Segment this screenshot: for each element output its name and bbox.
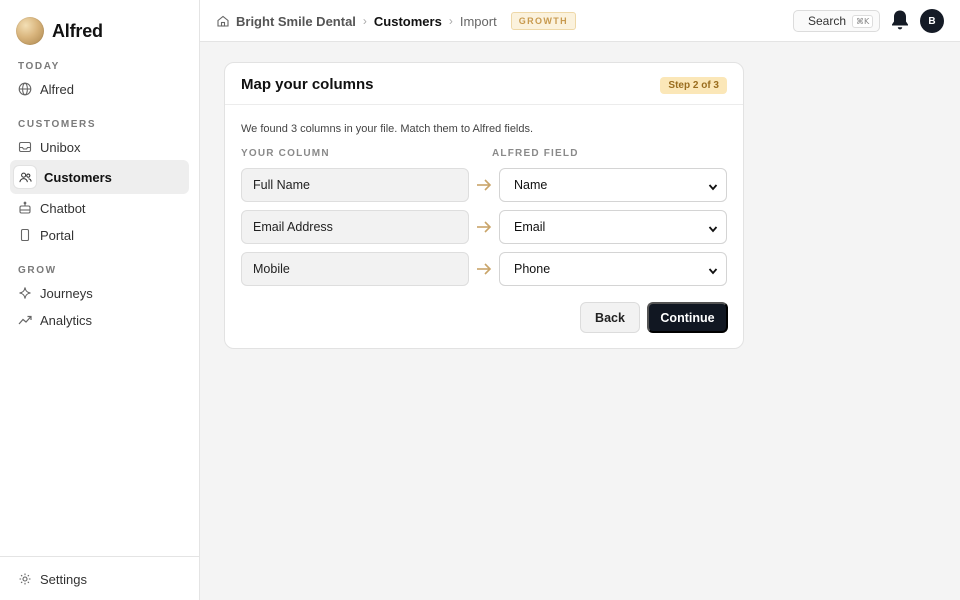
alfred-logo — [16, 17, 44, 45]
chevron-down-icon — [708, 223, 718, 233]
sidebar: Alfred TODAY Alfred CUSTOMERS Unibox Cus… — [0, 0, 200, 600]
arrow-right-icon — [476, 262, 492, 276]
breadcrumb-separator: › — [362, 14, 367, 28]
chevron-down-icon — [708, 181, 718, 191]
source-column-field: Mobile — [241, 252, 469, 286]
breadcrumb-separator: › — [448, 14, 453, 28]
sidebar-item-label: Unibox — [40, 139, 81, 155]
sidebar-item-portal[interactable]: Portal — [10, 218, 189, 252]
selected-value: Phone — [514, 262, 551, 276]
avatar[interactable]: B — [920, 9, 944, 33]
sidebar-item-analytics[interactable]: Analytics — [10, 303, 189, 337]
sidebar-footer: Settings — [0, 556, 199, 600]
arrow-right-icon — [476, 220, 492, 234]
sidebar-item-label: Alfred — [40, 81, 74, 97]
trend-icon — [18, 313, 32, 327]
column-header-source: YOUR COLUMN — [241, 148, 330, 159]
chatbot-icon — [18, 201, 32, 215]
users-icon — [14, 166, 36, 188]
brand[interactable]: Alfred — [16, 17, 103, 45]
step-badge: Step 2 of 3 — [660, 77, 727, 94]
breadcrumb-customers[interactable]: Customers — [374, 14, 442, 29]
brand-name: Alfred — [52, 20, 103, 41]
sidebar-item-label: Customers — [44, 169, 112, 185]
alfred-field-select[interactable]: Phone — [499, 252, 727, 286]
search-button[interactable]: Search ⌘K — [793, 10, 880, 32]
plan-badge: GROWTH — [510, 12, 577, 30]
bell-icon[interactable] — [890, 9, 910, 31]
home-icon[interactable] — [216, 14, 230, 28]
sidebar-item-alfred[interactable]: Alfred — [10, 72, 189, 106]
chevron-down-icon — [708, 265, 718, 275]
selected-value: Name — [514, 178, 548, 192]
phone-icon — [18, 228, 32, 242]
alfred-field-select[interactable]: Email — [499, 210, 727, 244]
source-column-field: Full Name — [241, 168, 469, 202]
alfred-field-select[interactable]: Name — [499, 168, 727, 202]
continue-button[interactable]: Continue — [647, 302, 728, 333]
sidebar-item-label: Portal — [40, 227, 74, 243]
search-label: Search — [808, 14, 847, 28]
arrow-right-icon — [476, 178, 492, 192]
globe-icon — [18, 82, 32, 96]
sidebar-item-label: Settings — [40, 571, 87, 587]
sidebar-item-label: Analytics — [40, 312, 93, 328]
section-label-today: TODAY — [18, 61, 60, 72]
selected-value: Email — [514, 220, 546, 234]
breadcrumb-import: Import — [459, 13, 497, 29]
topbar: Bright Smile Dental › Customers › Import… — [200, 0, 960, 42]
breadcrumb: Bright Smile Dental › Customers › Import… — [216, 12, 577, 30]
inbox-icon — [18, 140, 32, 154]
column-mapping-card: Map your columns Step 2 of 3 We found 3 … — [224, 62, 744, 349]
back-button[interactable]: Back — [580, 302, 640, 333]
sidebar-item-customers[interactable]: Customers — [10, 160, 189, 194]
section-label-grow: GROW — [18, 265, 57, 276]
sidebar-item-label: Journeys — [40, 285, 93, 301]
sidebar-item-settings[interactable]: Settings — [10, 562, 189, 596]
card-description: We found 3 columns in your file. Match t… — [241, 123, 534, 135]
card-header: Map your columns Step 2 of 3 — [225, 63, 743, 105]
column-header-target: ALFRED FIELD — [492, 148, 579, 159]
sidebar-item-unibox[interactable]: Unibox — [10, 130, 189, 164]
sparkle-icon — [18, 286, 32, 300]
gear-icon — [18, 572, 32, 586]
section-label-customers: CUSTOMERS — [18, 119, 97, 130]
search-shortcut: ⌘K — [852, 14, 874, 28]
sidebar-item-label: Chatbot — [40, 200, 86, 216]
breadcrumb-org[interactable]: Bright Smile Dental — [236, 14, 356, 29]
source-column-field: Email Address — [241, 210, 469, 244]
card-title: Map your columns — [241, 76, 374, 93]
